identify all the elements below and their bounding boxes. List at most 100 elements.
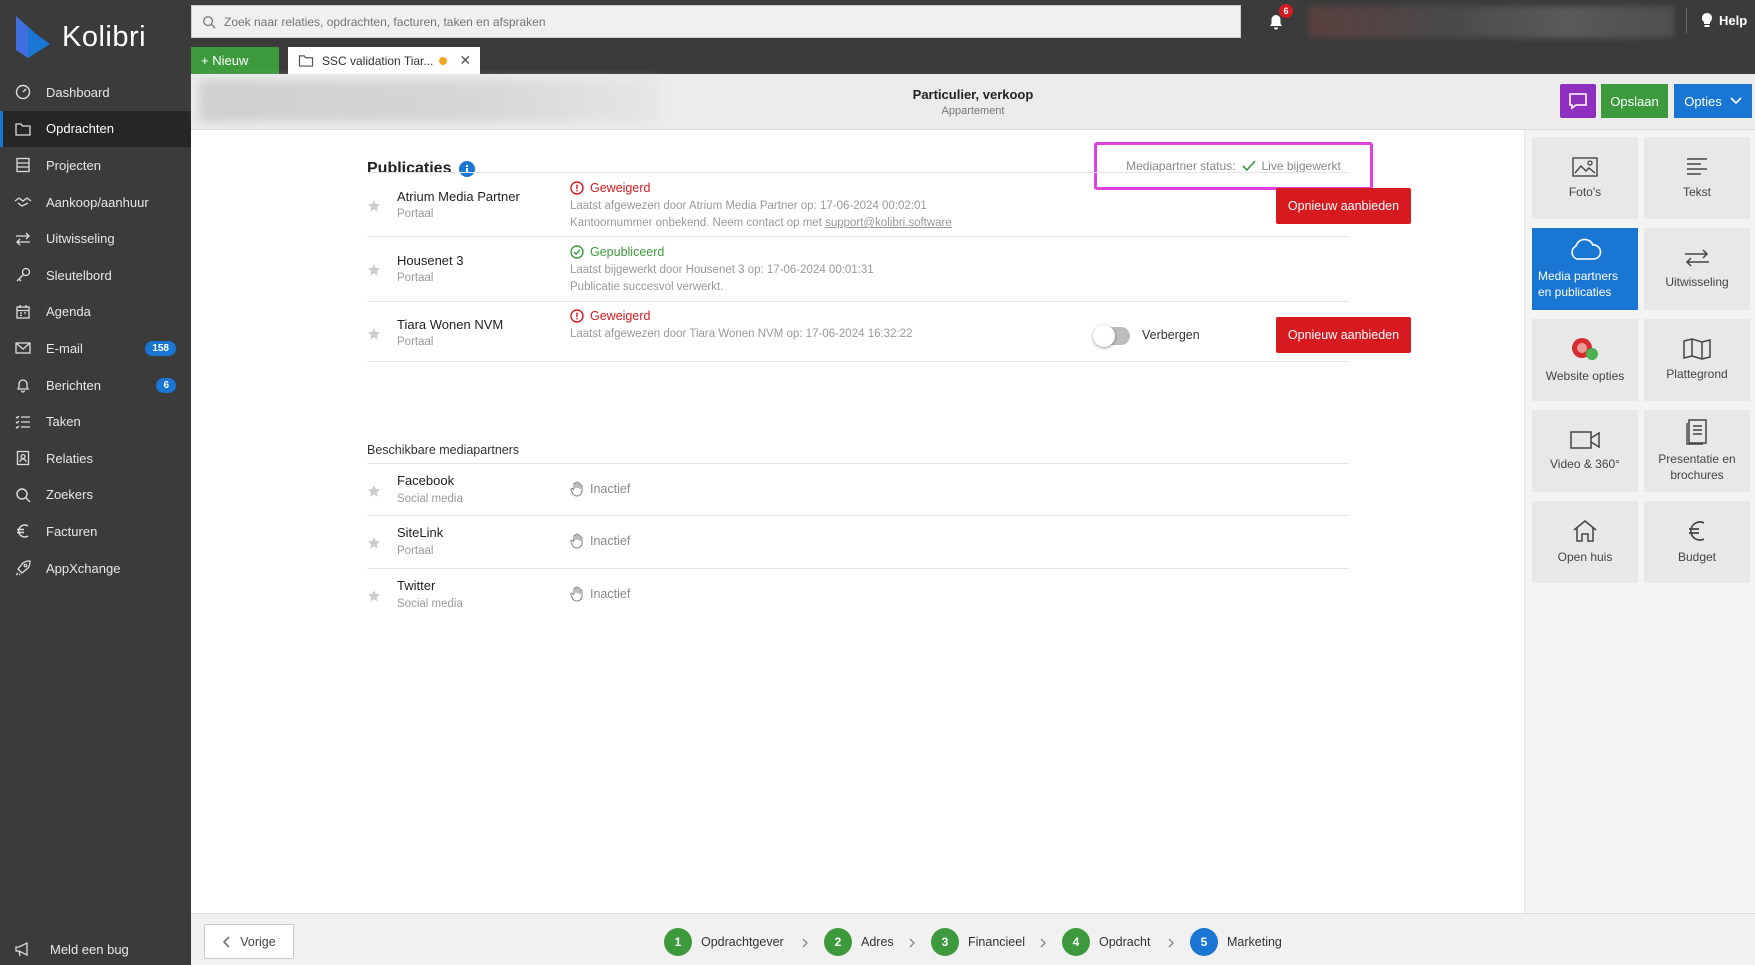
status-label: Mediapartner status: (1126, 159, 1236, 173)
kolibri-logo-icon (16, 16, 50, 58)
megaphone-icon (14, 940, 32, 958)
sidebar-item-berichten[interactable]: Berichten 6 (0, 367, 191, 404)
star-icon[interactable] (367, 263, 381, 277)
sidebar-item-agenda[interactable]: Agenda (0, 294, 191, 331)
contacts-icon (14, 449, 32, 467)
tile-label: Website opties (1545, 368, 1625, 383)
step-number: 4 (1062, 928, 1090, 956)
star-icon[interactable] (367, 327, 381, 341)
tile-website-options[interactable]: Website opties (1532, 319, 1638, 401)
sidebar-item-aankoop[interactable]: Aankoop/aanhuur (0, 184, 191, 221)
folder-icon (298, 55, 314, 67)
tile-exchange[interactable]: Uitwisseling (1644, 228, 1750, 310)
lightbulb-icon (1702, 13, 1712, 27)
tile-text[interactable]: Tekst (1644, 137, 1750, 219)
step-marketing[interactable]: 5 Marketing (1190, 928, 1282, 956)
sidebar-item-zoekers[interactable]: Zoekers (0, 477, 191, 514)
star-icon[interactable] (367, 484, 381, 498)
sidebar-item-label: Agenda (46, 304, 91, 320)
publications-panel: Publicaties Mediapartner status: Live bi… (191, 130, 1524, 913)
projects-icon (14, 156, 32, 174)
table-row: Tiara Wonen NVM Portaal Geweigerd Laatst… (367, 302, 1411, 362)
cloud-icon (1571, 238, 1602, 260)
sidebar: Kolibri Dashboard Opdrachten Projecten A… (0, 0, 191, 965)
inactive-status: Inactief (570, 481, 630, 497)
tile-floorplan[interactable]: Plattegrond (1644, 319, 1750, 401)
tasks-icon (14, 413, 32, 431)
step-label: Opdracht (1099, 935, 1151, 949)
save-button[interactable]: Opslaan (1601, 84, 1668, 118)
key-icon (14, 266, 32, 284)
tile-media-partners[interactable]: Media partners en publicaties (1532, 228, 1638, 310)
report-bug-link[interactable]: Meld een bug (14, 940, 129, 958)
star-icon[interactable] (367, 536, 381, 550)
step-label: Adres (861, 935, 894, 949)
sidebar-item-uitwisseling[interactable]: Uitwisseling (0, 220, 191, 257)
sidebar-nav: Dashboard Opdrachten Projecten Aankoop/a… (0, 74, 191, 586)
chat-button[interactable] (1560, 84, 1596, 118)
reoffer-button[interactable]: Opnieuw aanbieden (1276, 188, 1411, 224)
house-icon (1573, 519, 1597, 542)
tile-brochures[interactable]: Presentatie en brochures (1644, 410, 1750, 492)
support-email-link[interactable]: support@kolibri.software (825, 217, 952, 229)
brochure-icon (1686, 419, 1707, 445)
sidebar-item-opdrachten[interactable]: Opdrachten (0, 110, 191, 148)
new-button[interactable]: + Nieuw (191, 47, 279, 74)
reoffer-button[interactable]: Opnieuw aanbieden (1276, 317, 1411, 353)
partner-type: Portaal (397, 545, 434, 557)
partner-type: Social media (397, 493, 463, 505)
step-adres[interactable]: 2 Adres (824, 928, 894, 956)
sidebar-item-dashboard[interactable]: Dashboard (0, 74, 191, 111)
step-opdracht[interactable]: 4 Opdracht (1062, 928, 1150, 956)
chevron-right-icon (1168, 938, 1174, 948)
previous-label: Vorige (240, 934, 276, 949)
hide-toggle[interactable] (1093, 325, 1130, 347)
sidebar-item-relaties[interactable]: Relaties (0, 440, 191, 477)
step-financieel[interactable]: 3 Financieel (931, 928, 1025, 956)
folder-icon (14, 120, 32, 138)
hide-toggle-label: Verbergen (1142, 328, 1200, 342)
partner-name: SiteLink (397, 525, 444, 540)
sidebar-item-label: Uitwisseling (46, 231, 115, 247)
tile-budget[interactable]: Budget (1644, 501, 1750, 583)
user-account-area-blurred[interactable] (1309, 6, 1674, 38)
toggle-knob (1093, 325, 1115, 347)
check-circle-icon (570, 245, 584, 259)
options-button[interactable]: Opties (1674, 84, 1752, 118)
sidebar-item-appxchange[interactable]: AppXchange (0, 550, 191, 587)
tile-label: Presentatie en brochures (1658, 451, 1736, 482)
divider (1686, 8, 1687, 34)
search-input[interactable] (224, 14, 1124, 29)
options-label: Opties (1684, 93, 1722, 109)
sidebar-item-email[interactable]: E-mail 158 (0, 330, 191, 367)
sidebar-item-sleutelbord[interactable]: Sleutelbord (0, 257, 191, 294)
tile-photos[interactable]: Foto's (1532, 137, 1638, 219)
star-icon[interactable] (367, 199, 381, 213)
sidebar-item-label: E-mail (46, 340, 83, 356)
sidebar-item-facturen[interactable]: Facturen (0, 513, 191, 550)
detail-text: Kantoornummer onbekend. Neem contact op … (570, 217, 826, 229)
step-label: Opdrachtgever (701, 935, 784, 949)
tile-open-house[interactable]: Open huis (1532, 501, 1638, 583)
table-row: Atrium Media Partner Portaal Geweigerd L… (367, 172, 1411, 237)
status-badge: Geweigerd (570, 181, 650, 195)
logo[interactable]: Kolibri (14, 12, 184, 62)
sidebar-item-taken[interactable]: Taken (0, 403, 191, 440)
step-opdrachtgever[interactable]: 1 Opdrachtgever (664, 928, 784, 956)
status-badge: Geweigerd (570, 309, 650, 323)
help-button[interactable]: Help (1701, 12, 1747, 28)
chevron-right-icon (1040, 938, 1046, 948)
open-tab[interactable]: SSC validation Tiar... ✕ (288, 47, 480, 74)
status-badge: Gepubliceerd (570, 245, 664, 259)
global-search[interactable] (191, 5, 1241, 38)
sidebar-item-label: Opdrachten (46, 121, 114, 137)
tile-video[interactable]: Video & 360° (1532, 410, 1638, 492)
previous-button[interactable]: Vorige (204, 924, 294, 959)
sidebar-item-projecten[interactable]: Projecten (0, 147, 191, 184)
close-tab-icon[interactable]: ✕ (459, 52, 471, 69)
table-row: Housenet 3 Portaal Gepubliceerd Laatst b… (367, 237, 1349, 302)
search-icon (203, 15, 216, 29)
inactive-text: Inactief (590, 482, 631, 496)
sidebar-item-label: Projecten (46, 157, 101, 173)
star-icon[interactable] (367, 589, 381, 603)
